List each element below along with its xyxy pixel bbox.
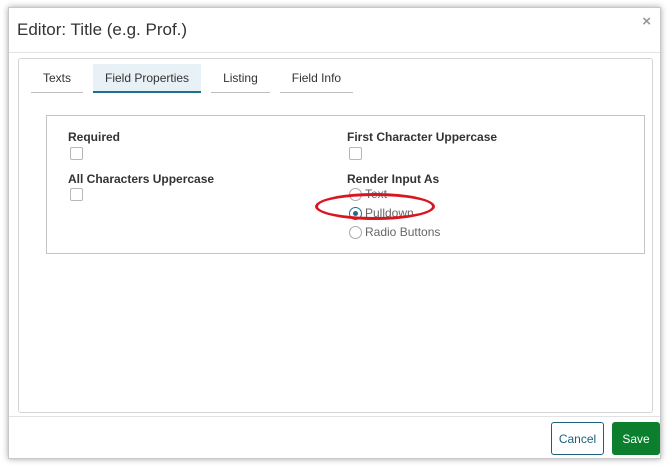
radio-option-pulldown[interactable]: Pulldown [349,206,414,220]
tab-field-info[interactable]: Field Info [279,64,354,93]
tab-texts[interactable]: Texts [31,64,84,93]
dialog-body: Texts Field Properties Listing Field Inf… [18,58,653,413]
radio-button-selected[interactable] [349,206,362,220]
tab-bar: Texts Field Properties Listing Field Inf… [31,64,363,94]
all-chars-uppercase-label: All Characters Uppercase [68,172,215,186]
dialog-title: Editor: Title (e.g. Prof.) [17,20,188,39]
radio-button[interactable] [349,225,362,239]
all-chars-uppercase-checkbox[interactable] [70,188,83,201]
radio-label-text: Text [365,187,388,201]
save-button[interactable]: Save [612,422,660,455]
dialog-footer: Cancel Save [9,416,660,461]
render-input-as-label: Render Input As [347,172,440,186]
radio-label-radio-buttons: Radio Buttons [365,225,441,239]
cancel-button[interactable]: Cancel [551,422,604,455]
radio-option-text[interactable]: Text [349,187,387,201]
radio-label-pulldown: Pulldown [365,206,414,220]
close-icon[interactable]: × [642,13,651,30]
radio-button[interactable] [349,187,362,201]
radio-option-radio-buttons[interactable]: Radio Buttons [349,225,440,239]
tab-listing[interactable]: Listing [211,64,270,93]
field-properties-panel: Required All Characters Uppercase First … [46,115,645,254]
first-char-uppercase-label: First Character Uppercase [347,130,498,144]
editor-dialog: Editor: Title (e.g. Prof.) × Texts Field… [8,7,661,459]
first-char-uppercase-checkbox[interactable] [349,147,362,160]
required-label: Required [68,130,121,144]
required-checkbox[interactable] [70,147,83,160]
tab-field-properties[interactable]: Field Properties [93,64,202,93]
dialog-header: Editor: Title (e.g. Prof.) × [9,8,660,53]
